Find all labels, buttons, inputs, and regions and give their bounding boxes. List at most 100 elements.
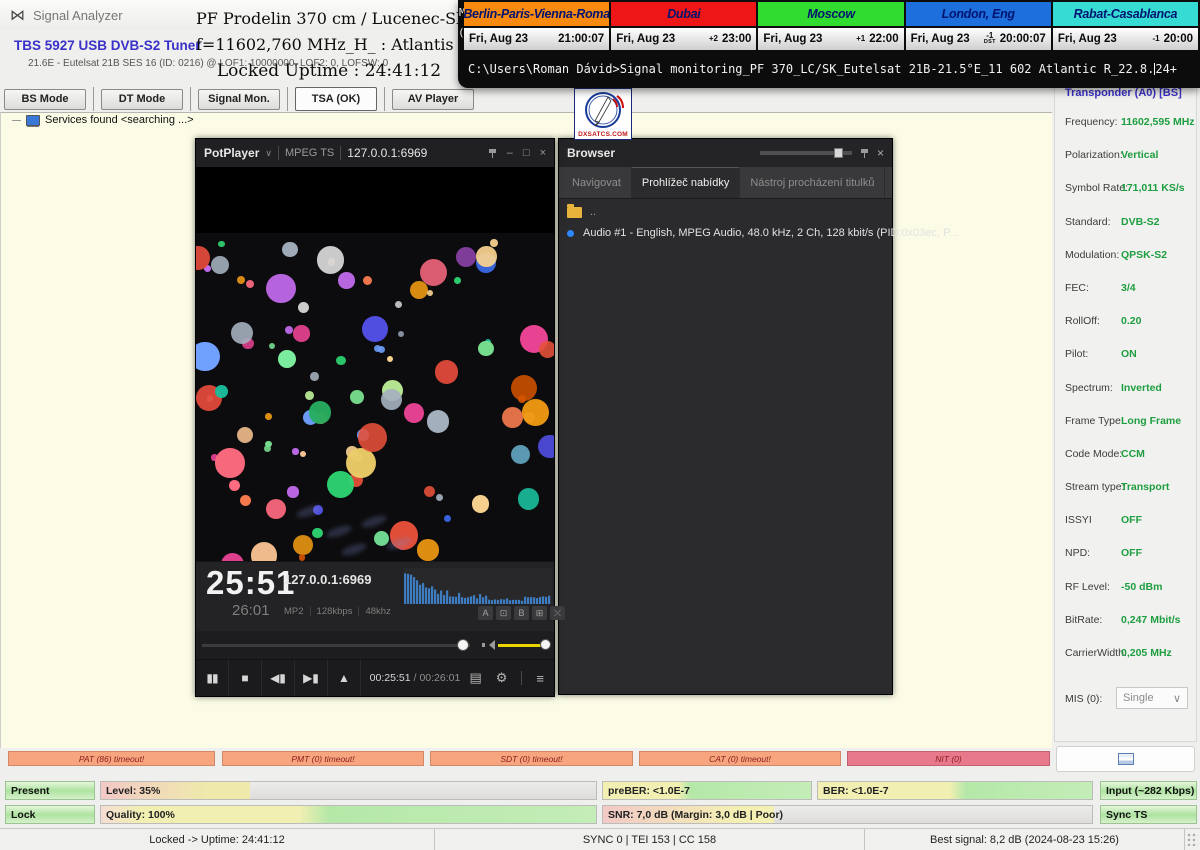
mode-button-bs-mode[interactable]: BS Mode [4,89,86,110]
level-bar: Level: 35% [100,781,597,800]
opacity-slider-handle[interactable] [834,148,843,158]
pin-icon[interactable] [488,149,497,158]
stream-type-label: MPEG TS [285,147,334,159]
bokeh-dot [312,528,322,538]
bokeh-dot [476,246,496,266]
seek-bar[interactable] [202,644,470,647]
status-best-signal: Best signal: 8,2 dB (2024-08-23 15:26) [865,829,1185,850]
mis-label: MIS (0): [1065,693,1102,705]
tab-nástroj-procházení-titulků[interactable]: Nástroj procházení titulků [740,167,885,198]
field-value: Inverted [1121,382,1162,394]
transponder-row-fec: FEC:3/4 [1055,273,1196,306]
clock-column-berlin-paris-vienna-roma: Berlin-Paris-Vienna-RomaFri, Aug 2321:00… [464,2,609,52]
folder-up-row[interactable]: .. [559,199,892,221]
ab-repeat-a-button[interactable]: A [478,606,493,620]
mode-button-tsa-ok-[interactable]: TSA (OK) [295,87,377,111]
divider [310,607,311,616]
time-total: 00:26:01 [419,672,460,684]
bokeh-dot [511,445,530,464]
resize-grip[interactable] [1186,832,1198,846]
playback-info-panel: 25:51 26:01 127.0.0.1:6969 MP2 128kbps 4… [196,561,554,631]
stream-url-label: 127.0.0.1:6969 [347,146,427,160]
video-ghost-artifact [340,541,368,558]
previous-button[interactable]: ◀▮ [262,660,295,696]
potplayer-logo[interactable]: PotPlayer [204,146,259,160]
bokeh-dot [518,488,540,510]
audio-track-item[interactable]: Audio #1 - English, MPEG Audio, 48.0 kHz… [559,221,892,245]
clock-city-label: Moscow [758,2,903,26]
mode-button-dt-mode[interactable]: DT Mode [101,89,183,110]
clock-time-row: Fri, Aug 23+223:00 [611,28,756,50]
divider [278,146,279,160]
bokeh-dot [417,539,438,560]
opacity-slider[interactable] [760,151,852,155]
snr-bar: SNR: 7,0 dB (Margin: 3,0 dB | Poor) [602,805,1093,824]
volume-handle[interactable] [540,639,551,650]
timeout-bar-pat: PAT (86) timeout! [8,751,215,766]
transponder-row-polarization: Polarization:Vertical [1055,140,1196,173]
transponder-row-streamtype: Stream type:Transport [1055,472,1196,505]
sync-ts-indicator: Sync TS [1100,805,1197,824]
chevron-down-icon[interactable]: ∨ [265,148,272,159]
bokeh-dot [298,302,309,313]
clock-utc-offset: -1DST [984,32,996,46]
close-icon[interactable]: × [877,146,884,160]
volume-slider[interactable] [498,644,544,647]
playlist-icon[interactable]: ▤ [469,670,481,686]
pin-icon[interactable] [860,149,869,158]
tab-online[interactable]: Online [885,167,892,198]
bokeh-dot [363,276,372,285]
fit-window-icon[interactable]: ⊡ [496,606,511,620]
gear-icon[interactable]: ⚙ [496,670,508,686]
services-tree-item[interactable]: Services found <searching ...> [12,114,194,126]
toolbar-separator [287,87,288,111]
dst-label: DST [984,40,996,46]
osd-line-frequency: f=11602,760 MHz_H_ : Atlantis Radio [196,32,462,58]
bokeh-dot [292,448,298,454]
maximize-icon[interactable]: □ [523,147,530,159]
video-canvas[interactable] [196,167,554,561]
bokeh-dot [395,301,402,308]
bokeh-dot [211,256,229,274]
mode-button-signal-mon-[interactable]: Signal Mon. [198,89,280,110]
ab-repeat-b-button[interactable]: B [514,606,529,620]
terminal-text: C:\Users\Roman Dávid>Signal monitoring_P… [468,62,1154,76]
browser-titlebar[interactable]: Browser × [559,139,892,167]
transponder-header: Transponder (A0) [BS] [1065,87,1182,99]
aspect-ratio-icon[interactable]: ⤫ [550,606,565,620]
screen-capture-icon[interactable]: ⊞ [532,606,547,620]
next-button[interactable]: ▶▮ [295,660,328,696]
volume-icon[interactable] [482,640,496,650]
mis-dropdown[interactable]: Single ∨ [1116,687,1188,709]
bokeh-dot [317,246,345,274]
potplayer-titlebar[interactable]: PotPlayer ∨ MPEG TS 127.0.0.1:6969 – □ × [196,139,554,167]
tab-prohlížeč-nabídky[interactable]: Prohlížeč nabídky [632,167,740,198]
close-icon[interactable]: × [540,147,546,159]
bokeh-dot [336,356,345,365]
lock-indicator: Lock [5,805,95,824]
bokeh-dot [454,277,461,284]
pause-button[interactable]: ▮▮ [196,660,229,696]
window-title: Signal Analyzer [33,8,123,23]
bokeh-dot [221,553,244,561]
tab-navigovat[interactable]: Navigovat [562,167,632,198]
minimize-icon[interactable]: – [507,147,513,159]
seek-handle[interactable] [457,639,469,651]
stop-button[interactable]: ■ [229,660,262,696]
bitrate-label: 128kbps [317,606,353,617]
field-label: Modulation: [1065,249,1119,261]
list-icon [1118,753,1134,765]
bokeh-dot [196,342,220,371]
menu-icon[interactable]: ≡ [536,671,544,686]
eject-button[interactable]: ▲ [328,660,361,696]
tuner-name: TBS 5927 USB DVB-S2 Tuner [14,38,201,53]
bokeh-dot [215,448,245,478]
bokeh-dot [215,385,228,398]
bokeh-dot [436,494,443,501]
transponder-list-button[interactable] [1056,746,1195,772]
field-value: -50 dBm [1121,581,1162,593]
bokeh-dot [350,390,364,404]
field-value: Transport [1121,481,1169,493]
timeout-bar-cat: CAT (0) timeout! [639,751,841,766]
mode-button-av-player[interactable]: AV Player [392,89,474,110]
